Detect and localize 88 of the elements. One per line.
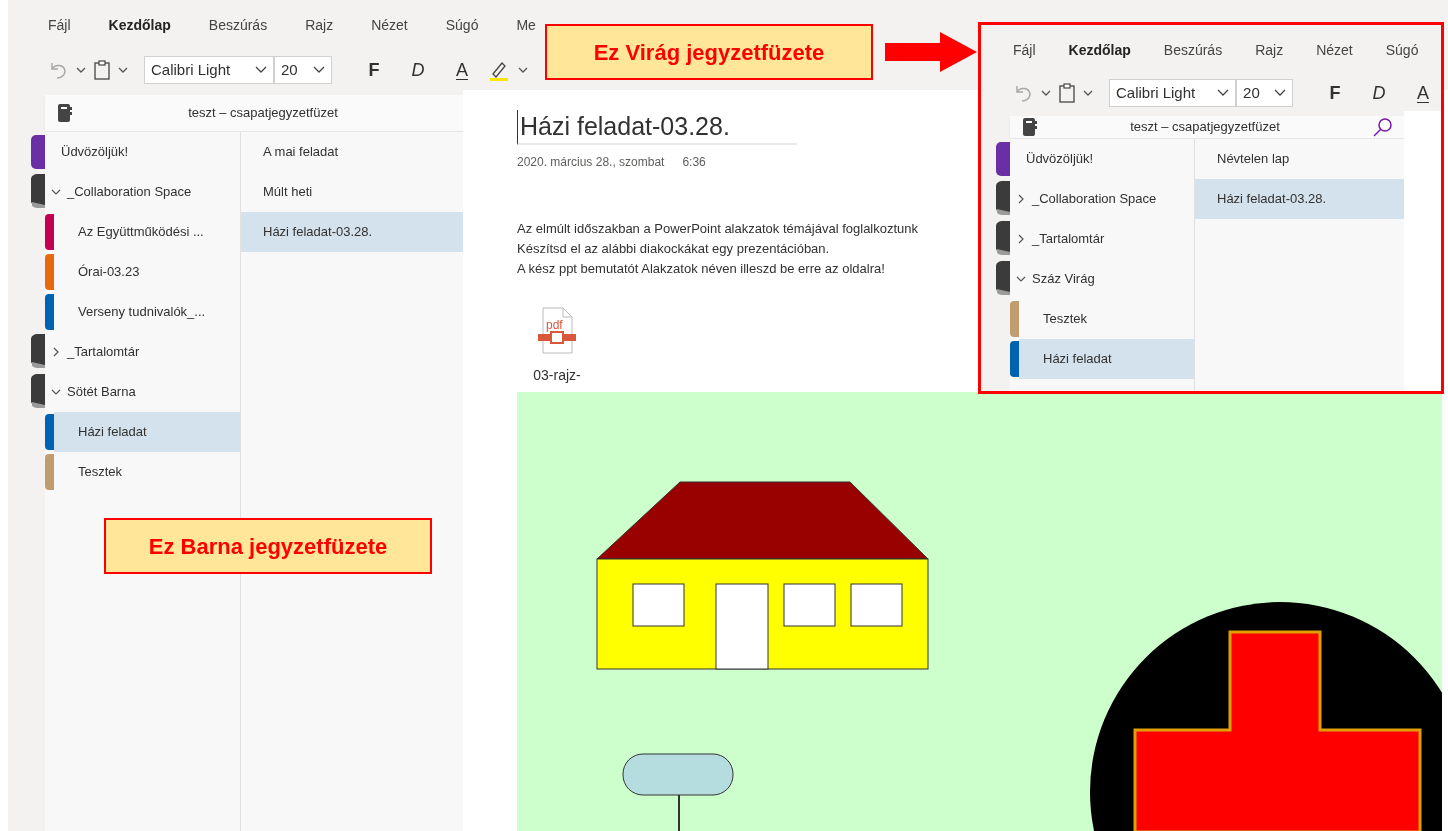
chevron-right-icon[interactable] — [1016, 234, 1026, 244]
section-group-label: _Collaboration Space — [67, 183, 192, 202]
caret-icon[interactable] — [1083, 89, 1093, 97]
format-button[interactable]: D — [400, 56, 436, 84]
chevron-down-icon[interactable] — [51, 387, 61, 397]
format-button[interactable]: A — [1405, 79, 1441, 107]
ribbon-tab[interactable]: Súgó — [445, 14, 479, 36]
ribbon-tab[interactable]: Kezdőlap — [108, 14, 171, 36]
callout-label: Ez Virág jegyzetfüzete — [545, 24, 873, 80]
ribbon-tab[interactable]: Beszúrás — [208, 14, 268, 36]
attachment-name[interactable]: 03-rajz- — [533, 364, 581, 386]
section-item[interactable]: Az Együttműködési ... — [54, 212, 240, 252]
font-dropdown[interactable]: Calibri Light — [1109, 79, 1237, 107]
paragraph: Készítsd el az alábbi diakockákat egy prezentációban. — [517, 239, 830, 258]
page-item[interactable]: Névtelen lap — [1195, 139, 1404, 179]
section-tab[interactable] — [31, 135, 45, 169]
font-dropdown[interactable]: Calibri Light — [144, 56, 274, 84]
section-group-label: _Collaboration Space — [1032, 190, 1157, 209]
ribbon-tab[interactable]: Fájl — [1013, 39, 1036, 61]
section-group-item[interactable]: _Tartalomtár — [45, 332, 240, 372]
section-item[interactable]: Házi feladat — [54, 412, 240, 452]
page-item[interactable]: Házi feladat-03.28. — [241, 212, 463, 252]
callout-label: Ez Barna jegyzetfüzete — [104, 518, 432, 574]
ribbon-tab[interactable]: Me — [516, 14, 536, 36]
ribbon-tab[interactable]: Rajz — [1255, 39, 1284, 61]
format-button[interactable]: D — [1361, 79, 1397, 107]
chevron-down-icon[interactable] — [51, 187, 61, 197]
notebook-icon[interactable] — [57, 103, 73, 123]
section-item[interactable]: Üdvözöljük! — [1010, 139, 1194, 179]
ribbon-tab[interactable]: Fájl — [48, 14, 71, 36]
ribbon-tab[interactable]: Rajz — [305, 14, 334, 36]
ribbon-tab[interactable]: Kezdőlap — [1068, 39, 1131, 61]
format-button[interactable]: F — [356, 56, 392, 84]
section-tab[interactable] — [996, 142, 1010, 176]
chevron-down-icon — [255, 66, 267, 74]
section-group-label: Sötét Barna — [67, 383, 136, 402]
section-item[interactable]: Órai-03.23 — [54, 252, 240, 292]
section-group-icon[interactable] — [28, 172, 45, 208]
page-time: 6:36 — [682, 153, 706, 171]
section-group-label: _Tartalomtár — [1032, 230, 1105, 249]
section-group-icon[interactable] — [28, 372, 45, 408]
chevron-down-icon[interactable] — [1016, 274, 1026, 284]
format-button[interactable]: F — [1317, 79, 1353, 107]
section-item[interactable]: Verseny tudnivalók_... — [54, 292, 240, 332]
section-group-icon[interactable] — [993, 179, 1010, 215]
section-item[interactable]: Tesztek — [1019, 299, 1194, 339]
section-group-icon[interactable] — [993, 219, 1010, 255]
format-button[interactable]: A — [444, 56, 480, 84]
chevron-right-icon[interactable] — [1016, 194, 1026, 204]
section-group-icon[interactable] — [993, 259, 1010, 295]
section-group-label: _Tartalomtár — [67, 343, 140, 362]
caret-icon[interactable] — [118, 66, 128, 74]
paragraph: A kész ppt bemutatót Alakzatok néven illeszd be erre az oldalra! — [517, 259, 885, 278]
page-title[interactable]: Házi feladat-03.28. — [517, 110, 797, 145]
notebook-title: teszt – csapatjegyzetfüzet — [187, 104, 339, 123]
caret-icon[interactable] — [76, 66, 86, 74]
ribbon-tab[interactable]: Súgó — [1385, 39, 1419, 61]
ribbon-tab[interactable]: Nézet — [371, 14, 408, 36]
section-group-item[interactable]: Sötét Barna — [45, 372, 240, 412]
clipboard-icon[interactable] — [94, 60, 110, 80]
section-item[interactable]: Házi feladat — [1019, 339, 1194, 379]
section-group-item[interactable]: Száz Virág — [1010, 259, 1194, 299]
section-group-label: Száz Virág — [1032, 270, 1095, 289]
section-item[interactable]: Üdvözöljük! — [45, 132, 240, 172]
chevron-down-icon — [313, 66, 325, 74]
chevron-down-icon — [1274, 89, 1286, 97]
notebook-icon[interactable] — [1022, 117, 1038, 137]
chevron-down-icon — [1217, 89, 1230, 97]
caret-icon[interactable] — [518, 66, 528, 74]
section-group-item[interactable]: _Tartalomtár — [1010, 219, 1194, 259]
font-size-dropdown[interactable]: 20 — [1236, 79, 1293, 107]
page-item[interactable]: Múlt heti — [241, 172, 463, 212]
page-item[interactable]: A mai feladat — [241, 132, 463, 172]
font-size-dropdown[interactable]: 20 — [274, 56, 332, 84]
page-item[interactable]: Házi feladat-03.28. — [1195, 179, 1404, 219]
ribbon-tab[interactable]: Nézet — [1316, 39, 1353, 61]
notebook-title: teszt – csapatjegyzetfüzet — [1129, 118, 1281, 137]
ribbon-tab[interactable]: Beszúrás — [1163, 39, 1223, 61]
search-icon[interactable] — [1372, 116, 1394, 138]
page-date: 2020. március 28., szombat — [517, 153, 665, 171]
section-group-item[interactable]: _Collaboration Space — [1010, 179, 1194, 219]
caret-icon[interactable] — [1041, 89, 1051, 97]
section-item[interactable]: Tesztek — [54, 452, 240, 492]
section-group-icon[interactable] — [28, 332, 45, 368]
chevron-right-icon[interactable] — [51, 347, 61, 357]
clipboard-icon[interactable] — [1059, 83, 1075, 103]
section-group-item[interactable]: _Collaboration Space — [45, 172, 240, 212]
paragraph: Az elmúlt időszakban a PowerPoint alakzatok témájával foglalkoztunk — [517, 219, 919, 238]
